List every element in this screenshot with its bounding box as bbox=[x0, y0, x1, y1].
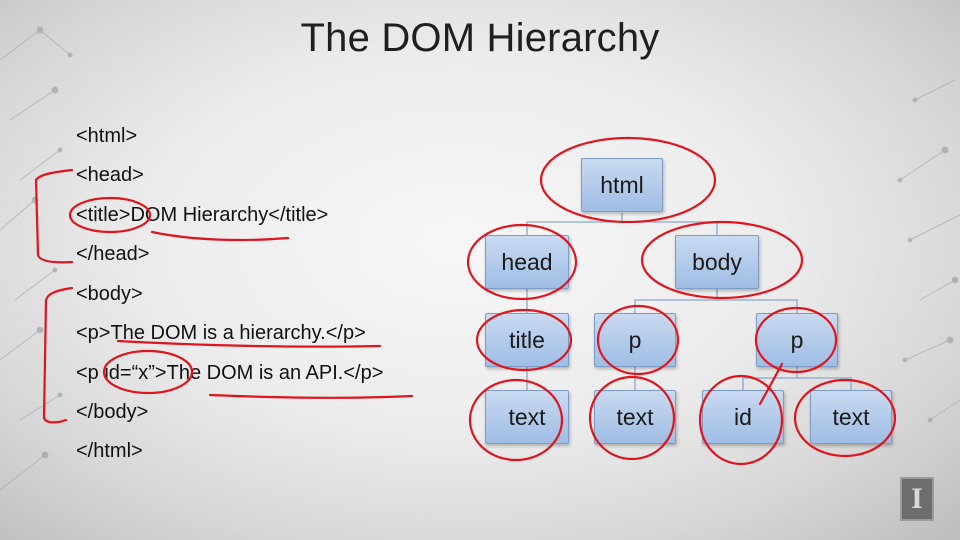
university-logo: I bbox=[900, 477, 934, 521]
tree-connectors bbox=[526, 213, 852, 390]
tree-node-text: text bbox=[594, 390, 676, 444]
tree-node-id: id bbox=[702, 390, 784, 444]
tree-node-title: title bbox=[485, 313, 569, 367]
tree-node-html: html bbox=[581, 158, 663, 212]
tree-node-body: body bbox=[675, 235, 759, 289]
tree-node-p: p bbox=[594, 313, 676, 367]
tree-node-head: head bbox=[485, 235, 569, 289]
tree-node-text: text bbox=[485, 390, 569, 444]
tree-node-p: p bbox=[756, 313, 838, 367]
tree-node-text: text bbox=[810, 390, 892, 444]
